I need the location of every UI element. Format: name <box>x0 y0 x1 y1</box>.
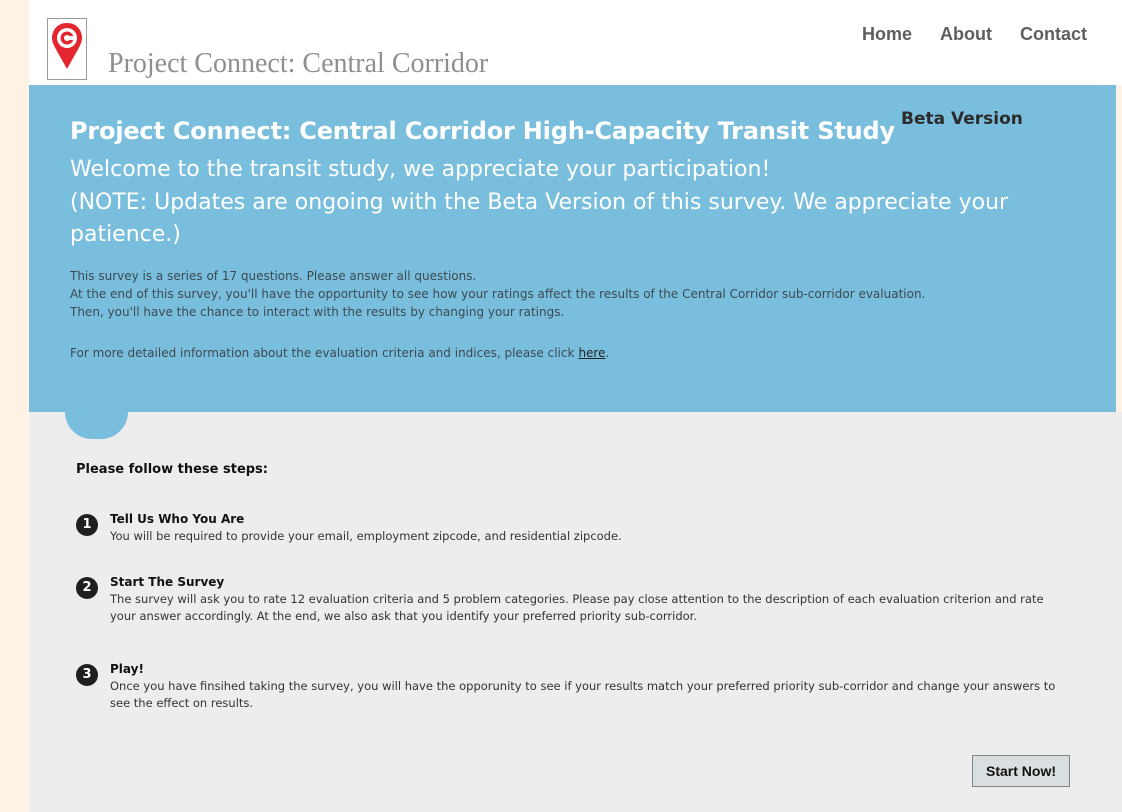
beta-note: (NOTE: Updates are ongoing with the Beta… <box>70 190 1009 247</box>
start-now-button[interactable]: Start Now! <box>972 755 1070 787</box>
step-description: The survey will ask you to rate 12 evalu… <box>110 592 1044 623</box>
survey-intro: This survey is a series of 17 questions.… <box>70 267 1090 321</box>
step-description: Once you have finsihed taking the survey… <box>110 679 1056 710</box>
intro-line: This survey is a series of 17 questions.… <box>70 269 477 283</box>
steps-panel: Please follow these steps: 1 Tell Us Who… <box>29 412 1122 812</box>
map-pin-icon <box>52 23 82 74</box>
logo[interactable] <box>47 18 87 80</box>
study-title: Project Connect: Central Corridor High-C… <box>70 117 895 145</box>
more-info-link[interactable]: here <box>578 346 605 360</box>
step-title: Tell Us Who You Are <box>110 512 245 526</box>
steps-heading: Please follow these steps: <box>76 462 268 477</box>
beta-badge: Beta Version <box>901 109 1023 129</box>
more-info: For more detailed information about the … <box>70 346 1090 360</box>
intro-line: Then, you'll have the chance to interact… <box>70 305 565 319</box>
site-title: Project Connect: Central Corridor <box>108 48 489 79</box>
nav-contact[interactable]: Contact <box>1020 24 1087 45</box>
intro-line: At the end of this survey, you'll have t… <box>70 287 926 301</box>
step-description: You will be required to provide your ema… <box>110 529 622 543</box>
step-number-badge: 1 <box>76 514 98 536</box>
page: Project Connect: Central Corridor Home A… <box>0 0 1122 812</box>
nav-about[interactable]: About <box>940 24 992 45</box>
main-nav: Home About Contact <box>862 24 1087 45</box>
step-title: Start The Survey <box>110 575 225 589</box>
step-title: Play! <box>110 662 144 676</box>
more-info-suffix: . <box>605 346 610 360</box>
welcome-text: Welcome to the transit study, we appreci… <box>70 157 771 182</box>
more-info-text: For more detailed information about the … <box>70 346 575 360</box>
step-number-badge: 3 <box>76 664 98 686</box>
hero-banner: Project Connect: Central Corridor High-C… <box>29 85 1116 412</box>
step-number-badge: 2 <box>76 577 98 599</box>
site-header: Project Connect: Central Corridor Home A… <box>29 0 1122 85</box>
nav-home[interactable]: Home <box>862 24 912 45</box>
